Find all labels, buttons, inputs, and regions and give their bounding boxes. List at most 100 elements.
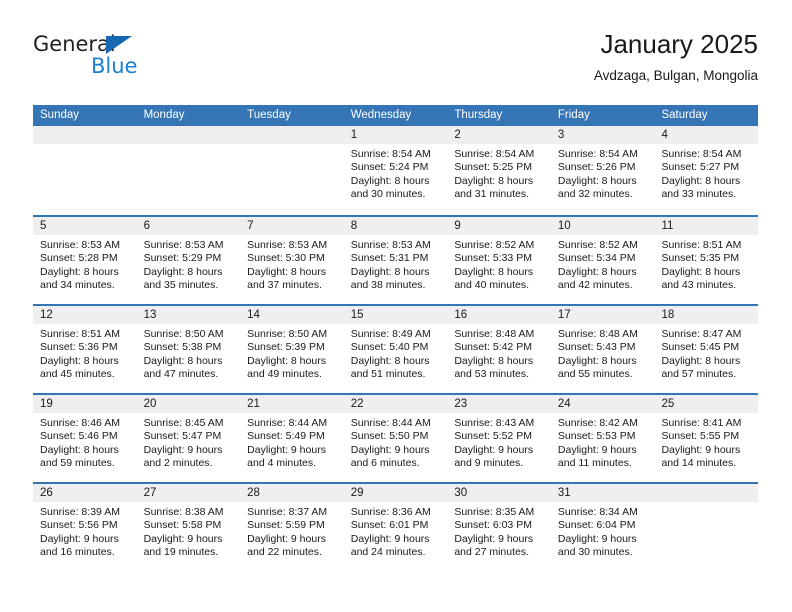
calendar-day-cell[interactable]: 26 Sunrise: 8:39 AM Sunset: 5:56 PM Dayligh…: [33, 484, 137, 571]
calendar-day-cell[interactable]: 21 Sunrise: 8:44 AM Sunset: 5:49 PM Dayligh…: [240, 395, 344, 482]
calendar-week-row: 12 Sunrise: 8:51 AM Sunset: 5:36 PM Dayligh…: [33, 304, 759, 393]
day-details: Sunrise: 8:44 AM Sunset: 5:50 PM Daylight:…: [344, 413, 448, 471]
weekday-header-tuesday: Tuesday: [247, 109, 291, 121]
calendar-day-cell[interactable]: 9 Sunrise: 8:52 AM Sunset: 5:33 PM Daylight…: [447, 217, 551, 304]
calendar-day-cell[interactable]: 3 Sunrise: 8:54 AM Sunset: 5:26 PM Daylight…: [550, 126, 655, 215]
calendar-day-cell[interactable]: 10 Sunrise: 8:52 AM Sunset: 5:34 PM Dayligh…: [550, 217, 655, 304]
general-blue-logo[interactable]: General Blue: [33, 28, 253, 88]
day-number: 17: [550, 306, 655, 324]
calendar-day-cell-empty: [654, 484, 759, 571]
daylight-duration: Daylight: 9 hours and 9 minutes.: [454, 443, 534, 470]
sunset-time: Sunset: 5:45 PM: [661, 341, 740, 354]
sunrise-time: Sunrise: 8:43 AM: [454, 417, 535, 429]
sunrise-time: Sunrise: 8:41 AM: [661, 417, 742, 429]
sunset-time: Sunset: 6:04 PM: [557, 519, 636, 532]
sunrise-time: Sunrise: 8:53 AM: [247, 239, 328, 251]
calendar-day-cell[interactable]: 4 Sunrise: 8:54 AM Sunset: 5:27 PM Daylight…: [654, 126, 759, 215]
day-details: [137, 144, 241, 148]
sunset-time: Sunset: 6:03 PM: [454, 519, 532, 532]
calendar-day-cell[interactable]: 15 Sunrise: 8:49 AM Sunset: 5:40 PM Dayligh…: [343, 306, 448, 393]
sunrise-time: Sunrise: 8:35 AM: [454, 506, 535, 518]
calendar-day-cell[interactable]: 30 Sunrise: 8:35 AM Sunset: 6:03 PM Dayligh…: [447, 484, 551, 571]
weekday-header-thursday: Thursday: [454, 109, 503, 121]
calendar-day-cell[interactable]: 17 Sunrise: 8:48 AM Sunset: 5:43 PM Dayligh…: [550, 306, 655, 393]
sunrise-time: Sunrise: 8:54 AM: [661, 148, 742, 160]
calendar-day-cell[interactable]: 23 Sunrise: 8:43 AM Sunset: 5:52 PM Dayligh…: [447, 395, 551, 482]
day-details: Sunrise: 8:54 AM Sunset: 5:26 PM Daylight:…: [551, 144, 655, 202]
sunrise-time: Sunrise: 8:42 AM: [557, 417, 638, 429]
day-number: 30: [447, 484, 551, 502]
calendar-day-cell[interactable]: 29 Sunrise: 8:36 AM Sunset: 6:01 PM Dayligh…: [343, 484, 448, 571]
day-number: 22: [343, 395, 448, 413]
sunset-time: Sunset: 5:24 PM: [350, 161, 429, 174]
day-number: 2: [447, 126, 551, 144]
calendar-day-cell[interactable]: 19 Sunrise: 8:46 AM Sunset: 5:46 PM Dayligh…: [33, 395, 137, 482]
sunset-time: Sunset: 5:53 PM: [557, 430, 636, 443]
daylight-duration: Daylight: 8 hours and 40 minutes.: [454, 265, 534, 292]
calendar-day-cell[interactable]: 18 Sunrise: 8:47 AM Sunset: 5:45 PM Dayligh…: [654, 306, 759, 393]
day-number: 10: [550, 217, 655, 235]
calendar-day-cell[interactable]: 2 Sunrise: 8:54 AM Sunset: 5:25 PM Daylight…: [447, 126, 551, 215]
calendar-day-cell[interactable]: 14 Sunrise: 8:50 AM Sunset: 5:39 PM Dayligh…: [240, 306, 344, 393]
sunrise-time: Sunrise: 8:46 AM: [40, 417, 120, 429]
calendar-day-cell[interactable]: 16 Sunrise: 8:48 AM Sunset: 5:42 PM Dayligh…: [447, 306, 551, 393]
daylight-duration: Daylight: 8 hours and 51 minutes.: [350, 354, 430, 381]
day-number: 12: [33, 306, 137, 324]
title-block: January 2025 Avdzaga, Bulgan, Mongolia: [594, 28, 758, 84]
day-details: Sunrise: 8:52 AM Sunset: 5:33 PM Daylight:…: [447, 235, 551, 293]
day-number: [136, 126, 241, 144]
day-details: Sunrise: 8:47 AM Sunset: 5:45 PM Daylight:…: [654, 324, 758, 382]
sunrise-time: Sunrise: 8:37 AM: [247, 506, 328, 518]
calendar-day-cell[interactable]: 1 Sunrise: 8:54 AM Sunset: 5:24 PM Daylight…: [343, 126, 448, 215]
day-number: 18: [654, 306, 759, 324]
calendar-day-cell[interactable]: 8 Sunrise: 8:53 AM Sunset: 5:31 PM Daylight…: [343, 217, 448, 304]
calendar-table: Sunday Monday Tuesday Wednesday Thursday…: [33, 105, 759, 571]
calendar-day-cell[interactable]: 20 Sunrise: 8:45 AM Sunset: 5:47 PM Dayligh…: [136, 395, 241, 482]
sunrise-time: Sunrise: 8:36 AM: [350, 506, 431, 518]
sunrise-time: Sunrise: 8:44 AM: [350, 417, 431, 429]
day-number: 5: [33, 217, 137, 235]
day-number: 13: [136, 306, 241, 324]
day-details: Sunrise: 8:37 AM Sunset: 5:59 PM Daylight:…: [240, 502, 344, 560]
sunrise-time: Sunrise: 8:53 AM: [350, 239, 431, 251]
calendar-day-cell[interactable]: 28 Sunrise: 8:37 AM Sunset: 5:59 PM Dayligh…: [240, 484, 344, 571]
calendar-day-cell[interactable]: 13 Sunrise: 8:50 AM Sunset: 5:38 PM Dayligh…: [136, 306, 241, 393]
day-number: 21: [240, 395, 344, 413]
calendar-day-cell[interactable]: 7 Sunrise: 8:53 AM Sunset: 5:30 PM Daylight…: [240, 217, 344, 304]
calendar-day-cell-empty: [33, 126, 137, 215]
sunrise-time: Sunrise: 8:39 AM: [40, 506, 120, 518]
calendar-day-cell[interactable]: 27 Sunrise: 8:38 AM Sunset: 5:58 PM Dayligh…: [136, 484, 241, 571]
day-details: Sunrise: 8:44 AM Sunset: 5:49 PM Daylight:…: [240, 413, 344, 471]
daylight-duration: Daylight: 9 hours and 16 minutes.: [40, 532, 119, 559]
daylight-duration: Daylight: 9 hours and 22 minutes.: [247, 532, 326, 559]
weekday-header-wednesday: Wednesday: [350, 109, 412, 121]
day-details: Sunrise: 8:53 AM Sunset: 5:28 PM Daylight:…: [33, 235, 137, 293]
daylight-duration: Daylight: 8 hours and 35 minutes.: [143, 265, 223, 292]
day-details: Sunrise: 8:48 AM Sunset: 5:42 PM Daylight:…: [447, 324, 551, 382]
calendar-day-cell[interactable]: 31 Sunrise: 8:34 AM Sunset: 6:04 PM Dayligh…: [550, 484, 655, 571]
day-number: 20: [136, 395, 241, 413]
sunset-time: Sunset: 5:29 PM: [143, 252, 222, 265]
calendar-day-cell[interactable]: 5 Sunrise: 8:53 AM Sunset: 5:28 PM Daylight…: [33, 217, 137, 304]
calendar-day-cell[interactable]: 12 Sunrise: 8:51 AM Sunset: 5:36 PM Dayligh…: [33, 306, 137, 393]
day-number: 9: [447, 217, 551, 235]
calendar-day-cell[interactable]: 6 Sunrise: 8:53 AM Sunset: 5:29 PM Daylight…: [136, 217, 241, 304]
day-number: 11: [654, 217, 759, 235]
daylight-duration: Daylight: 9 hours and 2 minutes.: [143, 443, 223, 470]
calendar-day-cell-empty: [136, 126, 241, 215]
calendar-day-cell[interactable]: 24 Sunrise: 8:42 AM Sunset: 5:53 PM Dayligh…: [550, 395, 655, 482]
day-details: Sunrise: 8:49 AM Sunset: 5:40 PM Daylight:…: [344, 324, 448, 382]
daylight-duration: Daylight: 8 hours and 31 minutes.: [454, 174, 534, 201]
daylight-duration: Daylight: 9 hours and 19 minutes.: [143, 532, 223, 559]
calendar-day-cell[interactable]: 25 Sunrise: 8:41 AM Sunset: 5:55 PM Dayligh…: [654, 395, 759, 482]
sunset-time: Sunset: 5:34 PM: [557, 252, 636, 265]
day-number: 27: [136, 484, 241, 502]
calendar-day-cell[interactable]: 11 Sunrise: 8:51 AM Sunset: 5:35 PM Dayligh…: [654, 217, 759, 304]
weekday-header-row: Sunday Monday Tuesday Wednesday Thursday…: [33, 105, 758, 126]
day-details: Sunrise: 8:39 AM Sunset: 5:56 PM Daylight:…: [33, 502, 137, 560]
calendar-day-cell[interactable]: 22 Sunrise: 8:44 AM Sunset: 5:50 PM Dayligh…: [343, 395, 448, 482]
page-title: January 2025: [600, 29, 758, 59]
daylight-duration: Daylight: 8 hours and 43 minutes.: [661, 265, 741, 292]
sunset-time: Sunset: 5:30 PM: [247, 252, 325, 265]
weekday-header-friday: Friday: [557, 109, 590, 121]
